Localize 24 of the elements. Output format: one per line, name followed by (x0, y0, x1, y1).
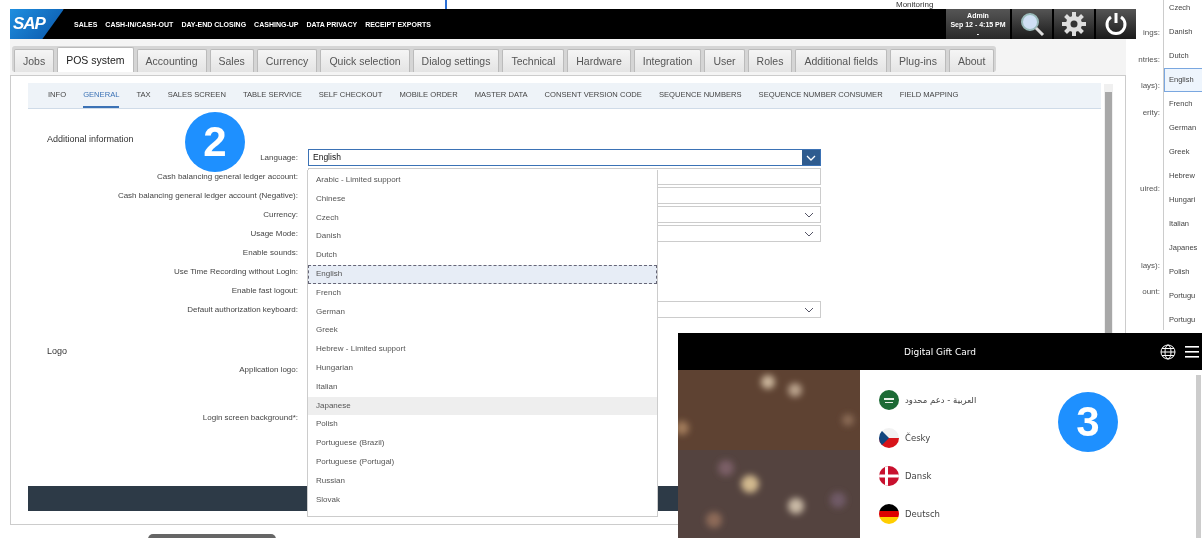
field-label: ntries: (1137, 55, 1160, 64)
field-label: Application logo: (238, 364, 298, 376)
field-label: lays): (1139, 81, 1160, 90)
section-title: Logo (47, 346, 68, 358)
field-label: Login screen background*: (201, 412, 298, 424)
field-label: Enable fast logout: (230, 285, 298, 297)
field-label: Cash balancing general ledger account: (156, 171, 298, 183)
field-label: lays): (1139, 261, 1160, 270)
section-title: Additional information (47, 134, 134, 146)
field-label: ings: (1142, 28, 1160, 37)
logo: SAP (10, 9, 64, 39)
field-label: Use Time Recording without Login: (172, 266, 298, 278)
field-label: Language: (259, 152, 298, 164)
step-badge: 3 (1058, 392, 1118, 452)
field-label: ount: (1141, 287, 1160, 296)
field-label: Currency: (262, 209, 298, 221)
section-heading: Monitoring (896, 0, 934, 9)
field-label: Enable sounds: (241, 247, 298, 259)
field-label: Usage Mode: (249, 228, 298, 240)
field-label: Default authorization keyboard: (186, 304, 298, 316)
page-title: Digital Gift Card (904, 346, 976, 357)
field-label: uired: (1139, 184, 1160, 193)
field-label: Cash balancing general ledger account (Negative): (116, 190, 298, 202)
field-label: erity: (1141, 108, 1160, 117)
